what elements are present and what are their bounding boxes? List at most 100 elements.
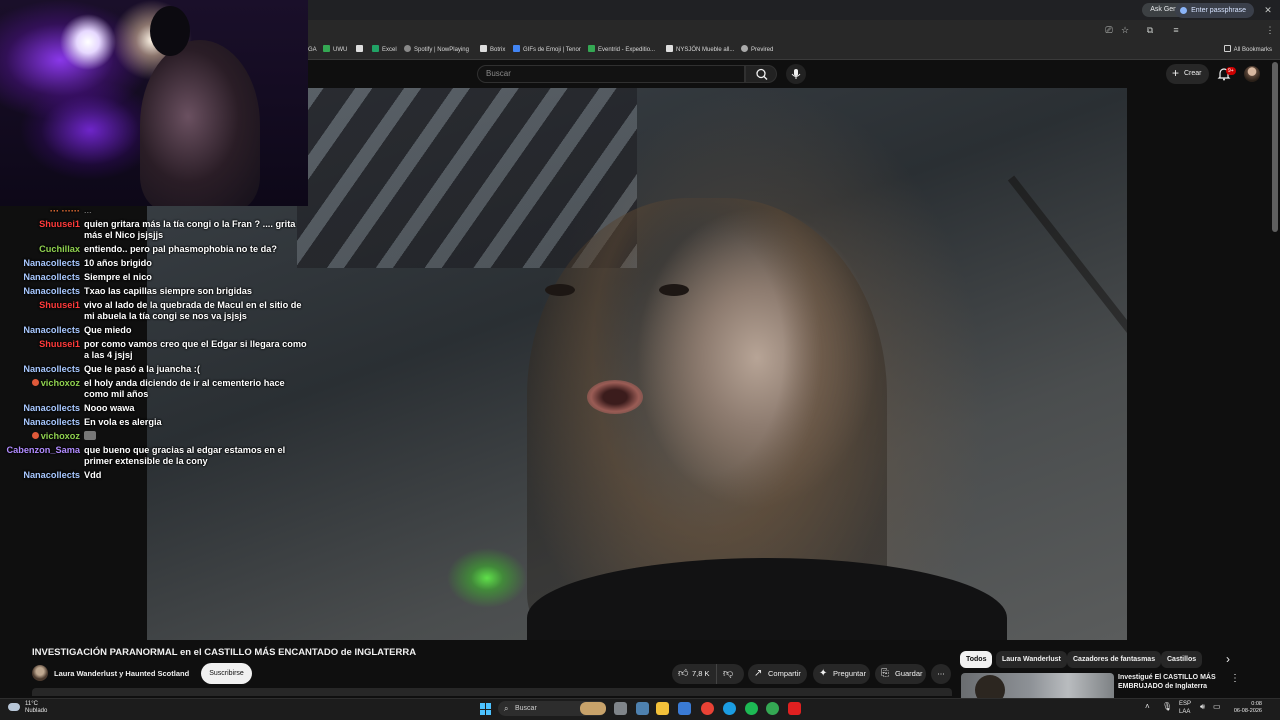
bookmark-star-icon[interactable]: ☆ bbox=[1119, 24, 1131, 36]
bookmark-icon bbox=[404, 45, 411, 52]
install-app-icon[interactable]: ⎚ bbox=[1103, 24, 1115, 36]
bookmark-icon: ⎘ bbox=[881, 668, 889, 679]
weather-widget[interactable]: 11°C Nublado bbox=[8, 701, 47, 715]
menu-dots-icon[interactable]: ⋮ bbox=[1264, 24, 1276, 36]
chat-message: Nanacollects Que le pasó a la juancha :( bbox=[0, 364, 316, 375]
search-icon: ⌕ bbox=[504, 704, 509, 713]
chat-text: En vola es alergia bbox=[84, 417, 162, 427]
bookmark-icon bbox=[666, 45, 673, 52]
all-bookmarks-button[interactable]: All Bookmarks bbox=[1223, 44, 1272, 56]
thumbs-up-icon: 👍︎ bbox=[678, 668, 689, 679]
share-button[interactable]: ↗ Compartir bbox=[748, 664, 807, 684]
voice-search-button[interactable] bbox=[786, 64, 806, 84]
chip-castles[interactable]: Castillos bbox=[1161, 651, 1203, 668]
bookmark-item[interactable]: UWU bbox=[323, 44, 347, 56]
bookmark-item[interactable]: GA bbox=[308, 44, 317, 56]
chat-message-partial: ··· ······... bbox=[49, 206, 92, 213]
recommended-more-icon[interactable]: ⋮ bbox=[1230, 673, 1240, 684]
bookmark-item[interactable] bbox=[356, 44, 366, 56]
chat-text: Nooo wawa bbox=[84, 403, 135, 413]
mic-icon bbox=[791, 69, 801, 79]
chip-all[interactable]: Todos bbox=[960, 651, 993, 668]
chat-username: Nanacollects bbox=[23, 364, 80, 374]
folder-icon bbox=[1223, 45, 1231, 52]
cloud-icon bbox=[8, 703, 20, 711]
bookmark-item[interactable]: Eventrid - Expeditio... bbox=[588, 44, 655, 56]
video-title: INVESTIGACIÓN PARANORMAL en el CASTILLO … bbox=[32, 647, 417, 658]
plus-icon: + bbox=[1172, 66, 1180, 80]
search-input[interactable]: Buscar bbox=[477, 65, 745, 83]
chat-text: 10 años brigido bbox=[84, 258, 152, 268]
task-view-icon[interactable] bbox=[614, 702, 627, 715]
chat-text: entiendo.. pero pal phasmophobia no te d… bbox=[84, 244, 277, 254]
chip-ghost-hunters[interactable]: Cazadores de fantasmas bbox=[1067, 651, 1162, 668]
bookmark-icon bbox=[741, 45, 748, 52]
bookmark-item[interactable]: Botrix bbox=[480, 44, 505, 56]
chat-text: Vdd bbox=[84, 470, 102, 480]
chat-message: Nanacollects Siempre el nico bbox=[0, 272, 316, 283]
page-scrollbar[interactable] bbox=[1272, 62, 1278, 232]
share-label: Compartir bbox=[768, 669, 801, 678]
bookmark-item[interactable]: Spotify | NowPlaying bbox=[404, 44, 469, 56]
chevron-up-icon[interactable]: ˄ bbox=[1145, 703, 1150, 711]
more-actions-button[interactable]: ⋯ bbox=[931, 664, 951, 684]
extensions-icon[interactable]: ⧉ bbox=[1144, 24, 1156, 36]
windows-start-icon[interactable] bbox=[480, 703, 492, 715]
chat-username: Cabenzon_Sama bbox=[6, 445, 80, 455]
chat-message: Nanacollects Vdd bbox=[0, 470, 316, 481]
chat-username: Nanacollects bbox=[23, 286, 80, 296]
search-icon bbox=[756, 68, 768, 80]
edge-icon[interactable] bbox=[723, 702, 736, 715]
search-placeholder: Buscar bbox=[486, 69, 511, 78]
user-avatar[interactable] bbox=[1244, 66, 1260, 82]
chrome-alt-icon[interactable] bbox=[766, 702, 779, 715]
chat-message: Cabenzon_Sama que bueno que gracias al ed… bbox=[0, 445, 316, 467]
mic-icon[interactable]: 🎙︎ bbox=[1162, 703, 1172, 711]
like-button[interactable]: 👍︎ 7,8 K bbox=[672, 664, 716, 684]
close-icon[interactable]: ✕ bbox=[1257, 2, 1279, 18]
save-button[interactable]: ⎘ Guardar bbox=[875, 664, 926, 684]
taskbar-search-label: Buscar bbox=[515, 705, 537, 712]
chat-text: Que miedo bbox=[84, 325, 132, 335]
webcam-person bbox=[140, 40, 260, 206]
search-button[interactable] bbox=[745, 65, 777, 83]
clock-date: 06-08-2026 bbox=[1233, 708, 1262, 714]
taskbar-clock[interactable]: 0:08 06-08-2026 bbox=[1226, 701, 1262, 715]
media-icon[interactable]: ≡ bbox=[1170, 24, 1182, 36]
chrome-icon[interactable] bbox=[701, 702, 714, 715]
battery-icon[interactable]: ▭ bbox=[1213, 703, 1221, 711]
widgets-icon[interactable] bbox=[636, 702, 649, 715]
bookmark-item[interactable]: GIFs de Emoji | Tenor bbox=[513, 44, 581, 56]
file-explorer-icon[interactable] bbox=[656, 702, 669, 715]
ask-button[interactable]: ✦ Preguntar bbox=[813, 664, 870, 684]
app-red-icon[interactable] bbox=[788, 702, 801, 715]
chat-message: Shuusei1 quien gritara más la tía congi o… bbox=[0, 219, 316, 241]
thumbnail-person bbox=[975, 675, 1005, 698]
bookmark-item[interactable]: Previred bbox=[741, 44, 773, 56]
chat-username: Shuusei1 bbox=[39, 219, 80, 229]
chat-text: el holy anda diciendo de ir al cementeri… bbox=[84, 378, 285, 399]
enter-passphrase-button[interactable]: Enter passphrase bbox=[1175, 3, 1254, 18]
chevron-right-icon[interactable]: › bbox=[1221, 651, 1235, 668]
recommended-video-thumbnail[interactable] bbox=[961, 673, 1114, 698]
chat-message: Nanacollects 10 años brigido bbox=[0, 258, 316, 269]
subscribe-button[interactable]: Suscribirse bbox=[201, 663, 252, 684]
channel-name[interactable]: Laura Wanderlust y Haunted Scotland bbox=[54, 669, 189, 678]
spotify-icon[interactable] bbox=[745, 702, 758, 715]
system-tray[interactable]: ˄ 🎙︎ ESP LAA 🔊︎ ▭ bbox=[1145, 701, 1225, 717]
video-frame-ceiling bbox=[297, 88, 637, 268]
recommended-video-title[interactable]: Investigué El CASTILLO MÁS EMBRUJADO de … bbox=[1118, 673, 1228, 691]
channel-avatar[interactable] bbox=[32, 665, 48, 681]
bookmark-item[interactable]: Excel bbox=[372, 44, 397, 56]
language-bottom: LAA bbox=[1179, 709, 1191, 715]
notification-count-badge: 9+ bbox=[1226, 67, 1236, 75]
store-icon[interactable] bbox=[678, 702, 691, 715]
bookmark-item[interactable]: NYSJÖN Mueble all... bbox=[666, 44, 734, 56]
chip-channel[interactable]: Laura Wanderlust bbox=[996, 651, 1067, 668]
description-box[interactable] bbox=[32, 688, 952, 696]
create-button[interactable]: + Crear bbox=[1166, 64, 1209, 84]
dislike-button[interactable]: 👎︎ bbox=[716, 664, 744, 684]
chat-username: Nanacollects bbox=[23, 403, 80, 413]
chat-message: Cuchillax entiendo.. pero pal phasmophobi… bbox=[0, 244, 316, 255]
volume-icon[interactable]: 🔊︎ bbox=[1200, 703, 1205, 711]
